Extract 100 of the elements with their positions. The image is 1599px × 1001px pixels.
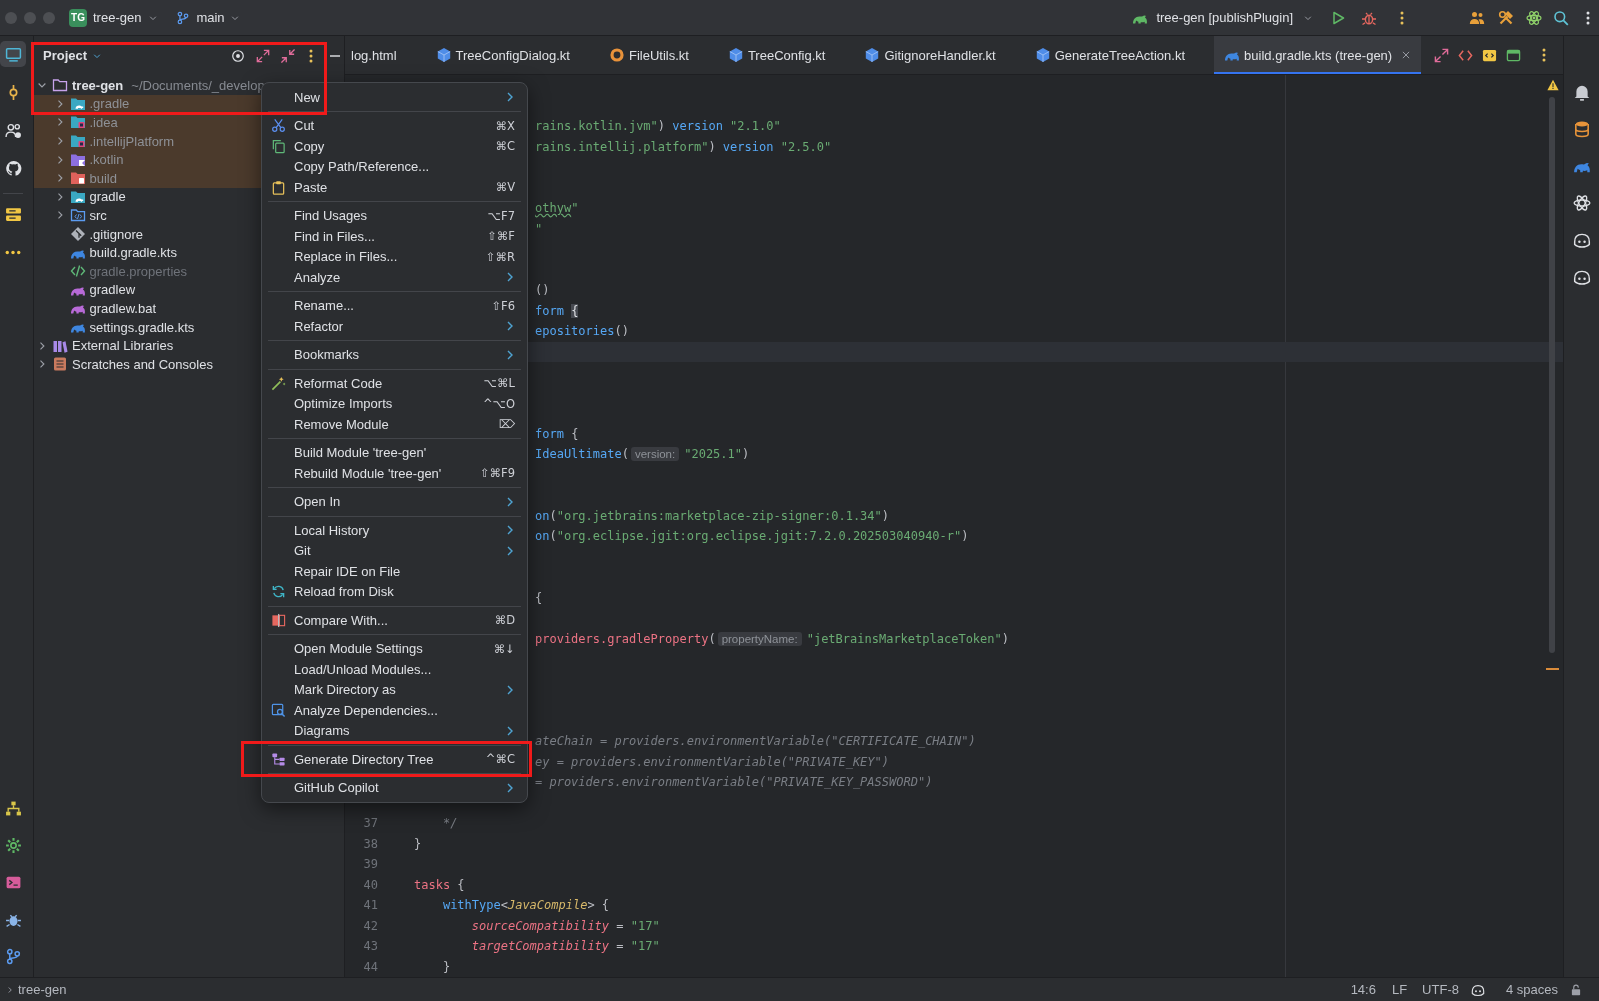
code-view-icon[interactable] — [1482, 47, 1497, 63]
code-text: } — [442, 959, 451, 974]
locate-icon[interactable] — [231, 48, 245, 63]
scissors-icon — [271, 118, 286, 134]
editor-tab[interactable]: GenerateTreeAction.kt — [1024, 36, 1215, 74]
code-text: () — [535, 283, 550, 298]
code-text: othyw" — [535, 201, 579, 216]
code-text: targetCompatibility = "17" — [471, 939, 660, 954]
menu-item[interactable]: Reload from Disk — [262, 581, 527, 602]
menu-item[interactable]: Diagrams — [262, 720, 527, 741]
minimize-icon[interactable] — [330, 54, 340, 57]
editor-tab[interactable]: FileUtils.kt — [598, 36, 718, 74]
monitor-icon — [4, 45, 22, 63]
more-icon[interactable] — [1400, 10, 1404, 25]
branch-name[interactable]: main — [196, 10, 225, 25]
collapse-all-icon[interactable] — [281, 48, 295, 63]
project-name[interactable]: tree-gen — [93, 10, 142, 25]
run-configuration[interactable]: tree-gen [publishPlugin] — [1156, 10, 1293, 25]
indent-setting[interactable]: 4 spaces — [1505, 982, 1558, 997]
menu-item[interactable]: Local History — [262, 520, 527, 541]
more-icon[interactable] — [1586, 10, 1590, 25]
menu-item[interactable]: Rebuild Module 'tree-gen' ⇧⌘F9 — [262, 463, 527, 484]
tree-icon — [271, 751, 286, 767]
code-text: " — [535, 221, 543, 236]
line-number: 44 — [363, 959, 378, 974]
line-number: 38 — [363, 836, 378, 851]
code-text: "2025.1") — [684, 447, 750, 462]
menu-item[interactable]: Analyze — [262, 267, 527, 288]
window-icon[interactable] — [1506, 47, 1521, 63]
menu-item[interactable]: Build Module 'tree-gen' — [262, 442, 527, 463]
menu-item[interactable]: Optimize Imports ^⌥O — [262, 393, 527, 414]
bell-icon[interactable] — [1572, 83, 1591, 101]
code-text: on("org.eclipse.jgit:org.eclipse.jgit:7.2.0.202503040940-r") — [535, 529, 969, 544]
menu-item[interactable]: Find in Files... ⇧⌘F — [262, 226, 527, 247]
menu-item[interactable]: Repair IDE on File — [262, 561, 527, 582]
stack-icon — [4, 205, 22, 223]
editor-tab[interactable]: GitignoreHandler.kt — [854, 36, 1025, 74]
atom-icon[interactable] — [1572, 194, 1591, 212]
menu-item[interactable]: Load/Unload Modules... — [262, 659, 527, 680]
cube-icon — [1034, 47, 1051, 63]
expand-icon[interactable] — [1434, 47, 1449, 63]
editor-tab[interactable]: log.html — [345, 36, 426, 74]
people-icon[interactable] — [1469, 9, 1485, 26]
scrollbar-thumb[interactable] — [1549, 97, 1555, 653]
breadcrumb-item[interactable]: tree-gen — [18, 982, 67, 997]
code-text: form { — [535, 303, 579, 318]
menu-item[interactable]: Find Usages ⌥F7 — [262, 205, 527, 226]
menu-item[interactable]: Replace in Files... ⇧⌘R — [262, 246, 527, 267]
menu-item[interactable]: Analyze Dependencies... — [262, 700, 527, 721]
menu-item[interactable]: Mark Directory as — [262, 679, 527, 700]
keyboard-shortcut: ⌦ — [498, 417, 515, 432]
database-icon[interactable] — [1572, 120, 1591, 138]
file-encoding[interactable]: UTF-8 — [1422, 982, 1459, 997]
menu-item[interactable]: Refactor — [262, 316, 527, 337]
keyboard-shortcut: ⌘X — [495, 118, 515, 133]
search-icon[interactable] — [1553, 9, 1569, 26]
robot-face-icon[interactable] — [1572, 268, 1591, 286]
line-number: 43 — [363, 939, 378, 954]
code-text: ateChain = providers.environmentVariable("CERTIFICATE_CHAIN") — [535, 734, 976, 749]
editor-tab[interactable]: build.gradle.kts (tree-gen) — [1214, 36, 1422, 74]
keyboard-shortcut: ⌘C — [495, 139, 515, 154]
menu-item[interactable]: GitHub Copilot — [262, 777, 527, 798]
expand-all-icon[interactable] — [256, 48, 270, 63]
editor-tab[interactable]: TreeConfigDialog.kt — [425, 36, 599, 74]
play-icon[interactable] — [1330, 9, 1346, 26]
menu-item[interactable]: Generate Directory Tree ^⌘C — [262, 749, 527, 770]
more-icon[interactable] — [1542, 48, 1546, 62]
hierarchy-icon — [4, 799, 22, 817]
close-icon[interactable] — [1401, 50, 1412, 60]
tools-icon[interactable] — [1498, 9, 1514, 26]
panel-title[interactable]: Project — [43, 48, 88, 63]
code-icon[interactable] — [1458, 47, 1473, 63]
menu-item[interactable]: Reformat Code ⌥⌘L — [262, 373, 527, 394]
more-icon[interactable] — [309, 48, 313, 63]
chevron-right-icon — [6, 985, 14, 994]
menu-item[interactable]: Bookmarks — [262, 344, 527, 365]
menu-item[interactable]: Rename... ⇧F6 — [262, 295, 527, 316]
code-text: rains.kotlin.jvm") version "2.1.0" — [535, 119, 781, 134]
keyboard-shortcut: ⌥⌘L — [483, 376, 515, 391]
more-icon — [5, 249, 21, 255]
menu-item[interactable]: Open In — [262, 491, 527, 512]
editor-tab[interactable]: TreeConfig.kt — [717, 36, 855, 74]
caret-position[interactable]: 14:6 — [1350, 982, 1376, 997]
menu-item[interactable]: Git — [262, 540, 527, 561]
path-label: ~/Documents/_develop — [131, 77, 265, 93]
lock-icon[interactable] — [1570, 983, 1582, 996]
keyboard-shortcut: ^⌥O — [483, 396, 515, 411]
robot-face-icon[interactable] — [1470, 982, 1485, 997]
menu-item[interactable]: Open Module Settings ⌘↓ — [262, 638, 527, 659]
menu-item[interactable]: Remove Module ⌦ — [262, 414, 527, 435]
warning-icon[interactable] — [1547, 79, 1559, 91]
code-text: IdeaUltimate( — [535, 447, 629, 462]
tool-window-button[interactable] — [0, 41, 26, 67]
menu-item[interactable]: Compare With... ⌘D — [262, 610, 527, 631]
dependencies-icon — [271, 702, 286, 718]
atom-icon[interactable] — [1526, 9, 1542, 26]
people-icon — [4, 121, 22, 139]
robot-face-icon[interactable] — [1572, 231, 1591, 249]
keyboard-shortcut: ⌘D — [494, 613, 515, 628]
line-separator[interactable]: LF — [1391, 982, 1408, 997]
